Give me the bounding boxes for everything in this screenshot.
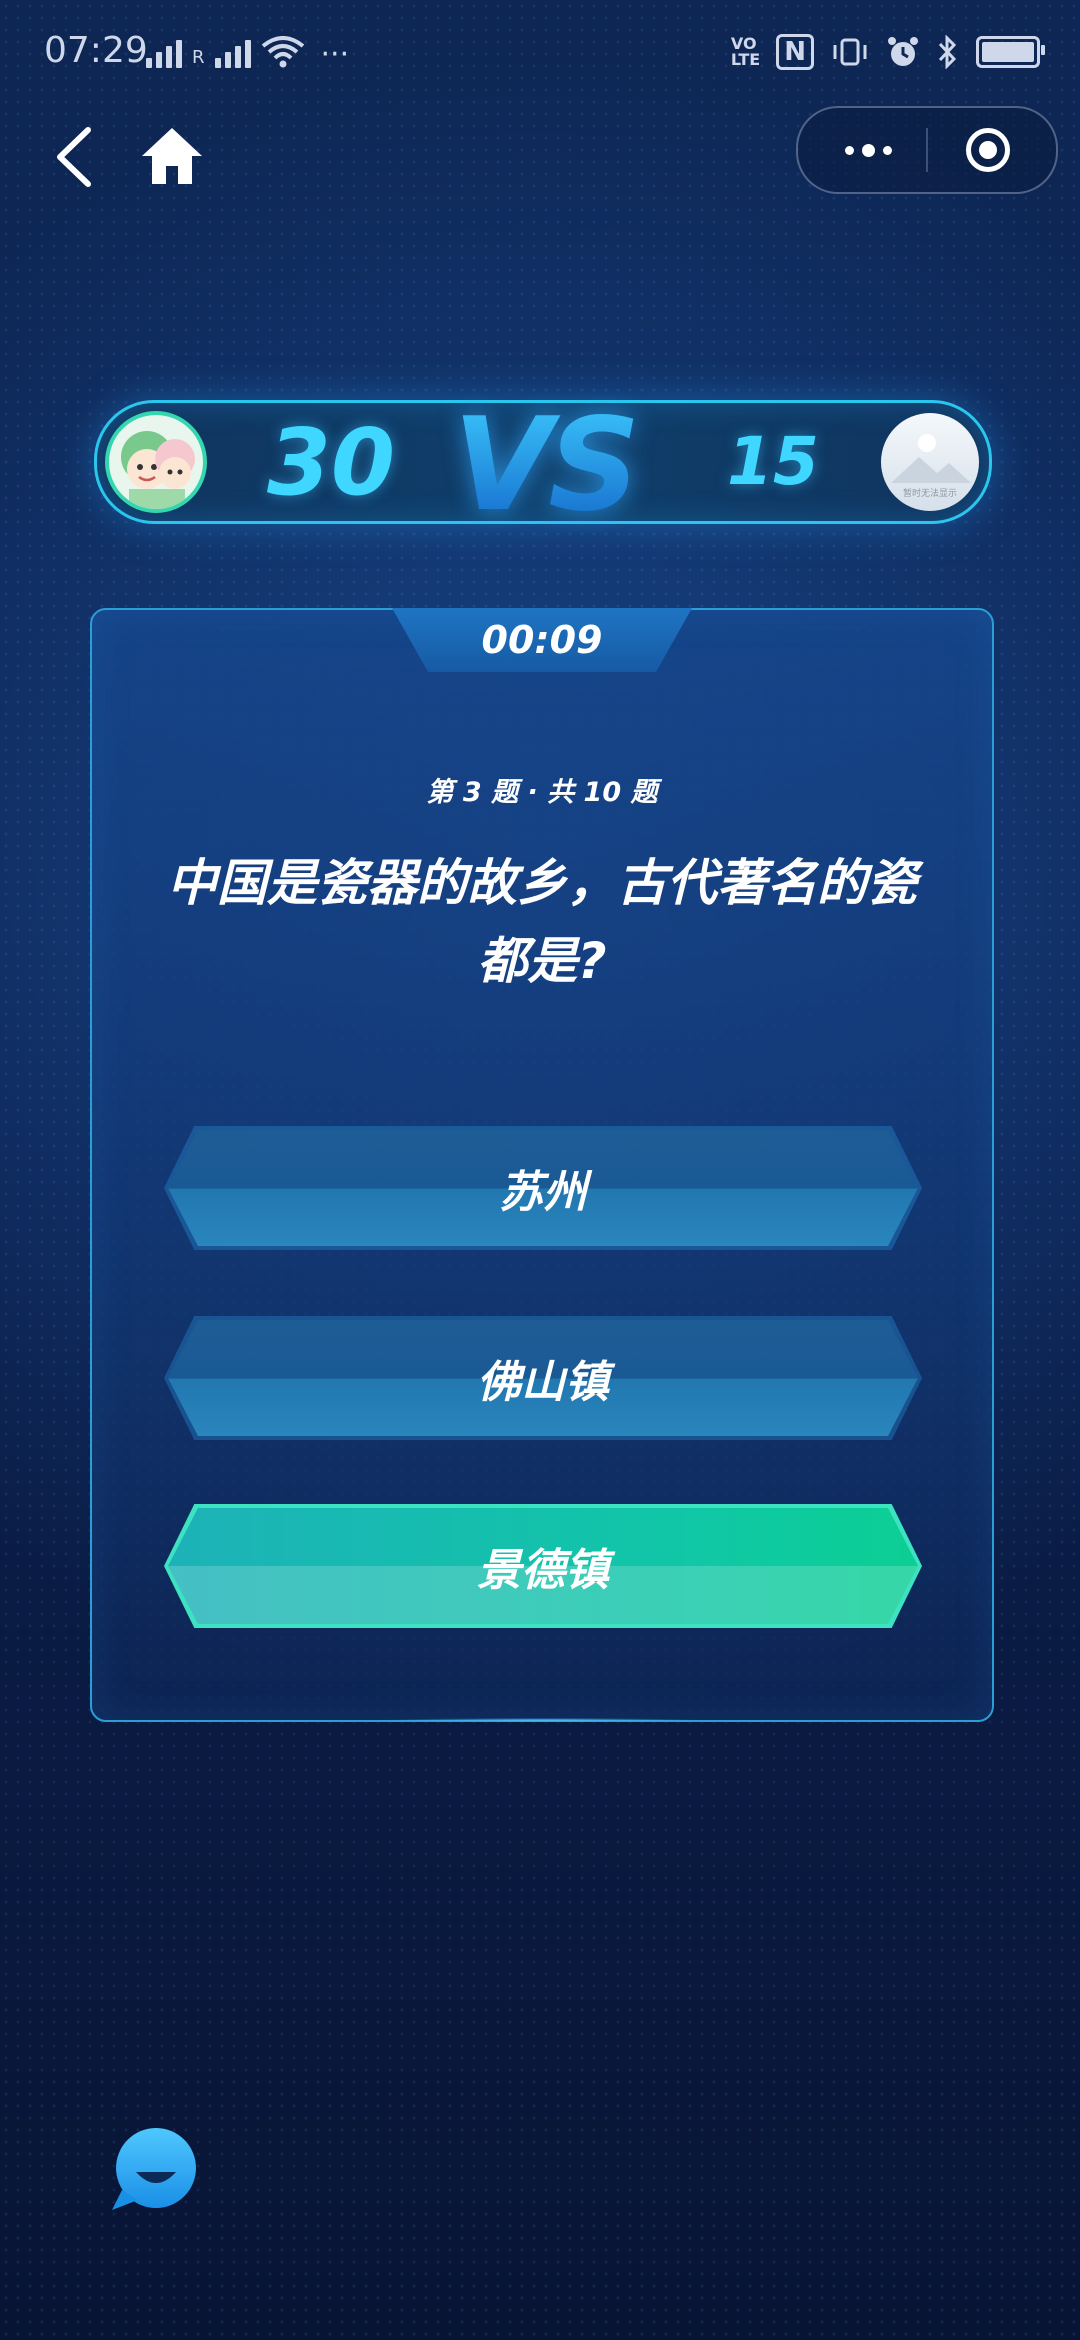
battle-score-bar: 30 VS 15 暂时无法显示: [94, 391, 992, 540]
status-right-icons: VO LTE N: [730, 34, 1045, 70]
status-bar: 07:29 R ··· VO LTE N: [0, 0, 1080, 110]
roaming-indicator: R: [192, 47, 205, 68]
answer-option-label: 苏州: [499, 1167, 587, 1218]
vs-label: VS: [453, 391, 640, 540]
more-status-icon: ···: [320, 37, 350, 72]
chat-button[interactable]: [108, 2124, 202, 2218]
countdown-timer: 00:09: [481, 618, 603, 662]
signal-icon-2: [214, 40, 251, 68]
volte-icon: VO LTE: [730, 34, 761, 69]
answer-option-1[interactable]: 苏州: [164, 1126, 922, 1250]
home-button[interactable]: [138, 122, 206, 192]
timer-tab: 00:09: [392, 608, 692, 672]
my-score: 30: [267, 409, 396, 516]
back-button[interactable]: [50, 122, 100, 192]
answer-option-3[interactable]: 景德镇: [164, 1504, 922, 1628]
question-text: 中国是瓷器的故乡，古代著名的瓷都是?: [167, 854, 917, 990]
home-icon: [142, 128, 202, 184]
capsule-divider: [926, 128, 928, 172]
battery-icon: [976, 36, 1045, 68]
status-time: 07:29: [44, 30, 148, 71]
dot-icon: [844, 145, 854, 155]
opponent-avatar-caption: 暂时无法显示: [902, 489, 957, 499]
signal-icons: R ···: [146, 36, 350, 72]
question-panel: 00:09 第 3 题 · 共 10 题 中国是瓷器的故乡，古代著名的瓷都是? …: [90, 608, 994, 1722]
nfc-icon: N: [776, 34, 814, 70]
close-mini-program-button[interactable]: [966, 128, 1010, 172]
more-button[interactable]: [828, 126, 908, 174]
cartoon-avatar-icon: [121, 431, 195, 509]
answer-option-label: 佛山镇: [477, 1357, 609, 1408]
opponent-avatar: 暂时无法显示: [881, 413, 979, 511]
answer-option-2[interactable]: 佛山镇: [164, 1316, 922, 1440]
opponent-score: 15: [727, 423, 819, 500]
answer-option-label: 景德镇: [477, 1545, 609, 1596]
dot-icon: [861, 143, 875, 157]
alarm-icon: [888, 37, 918, 66]
chevron-left-icon: [57, 127, 91, 187]
bluetooth-icon: [938, 35, 957, 69]
question-progress: 第 3 题 · 共 10 题: [426, 777, 658, 808]
vibrate-icon: [833, 38, 867, 66]
signal-icon: [146, 40, 182, 68]
chat-bubble-icon: [112, 2128, 196, 2210]
panel-bottom-glow: [382, 1718, 702, 1722]
dot-icon: [882, 145, 892, 155]
mini-program-capsule: [796, 106, 1058, 194]
wifi-icon: [261, 36, 304, 68]
my-avatar: [105, 411, 207, 513]
